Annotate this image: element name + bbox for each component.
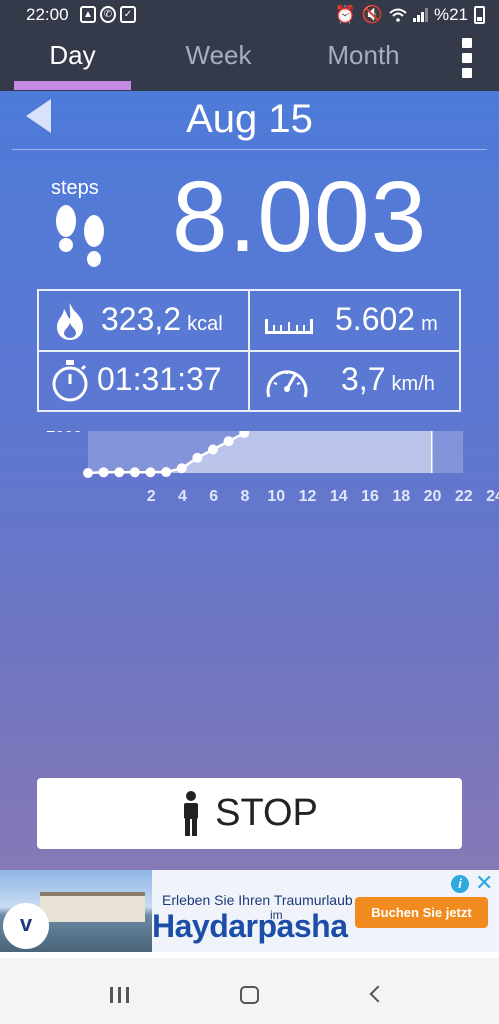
distance-unit: m [421,313,438,335]
chart-x-tick-label: 8 [241,488,250,505]
wifi-icon [389,8,407,22]
battery-percent: %21 [433,5,468,24]
hourly-steps-chart: 2000400060008000100001200024681012141618… [46,431,499,505]
chart-data-point [83,468,93,478]
recent-apps-icon[interactable] [110,987,129,1003]
ad-info-icon[interactable]: i [451,875,469,893]
chart-x-tick-label: 12 [299,488,317,505]
duration-stat: 01:31:37 [97,361,222,398]
ad-headline: Erleben Sie Ihren Traumurlaub [162,892,353,908]
calories-stat: 323,2 kcal [101,301,223,338]
chart-x-tick-label: 4 [178,488,187,505]
ad-close-icon[interactable]: ✕ [475,872,493,894]
chart-x-tick-label: 18 [392,488,410,505]
stats-grid: 323,2 kcal 5.602 m 01:31:37 3,7 km/h [37,289,461,412]
status-time: 22:00 [26,5,69,24]
date-title: Aug 15 [186,97,313,141]
stopwatch-icon [52,360,88,402]
chart-y-tick-label: 2000 [46,431,82,436]
chart-data-point [223,436,234,447]
chart-x-tick-label: 16 [361,488,379,505]
main-panel: Aug 15 steps 8.003 323,2 kcal 5.602 m 01… [0,91,499,874]
chart-data-point [129,467,140,478]
whatsapp-icon: ✆ [100,6,116,23]
system-nav-bar [0,958,499,1024]
chart-data-point [192,452,203,463]
tab-month[interactable]: Month [305,40,422,71]
chart-x-tick-label: 14 [330,488,348,505]
chart-data-point [114,467,125,478]
chart-x-tick-label: 10 [267,488,285,505]
ad-brand: Haydarpasha [152,908,348,944]
distance-stat: 5.602 m [335,301,438,338]
mute-icon: 🔇 [361,5,383,24]
distance-value: 5.602 [335,301,416,337]
speed-stat: 3,7 km/h [341,361,435,398]
system-icons: ⏰ 🔇 %21 [335,5,485,25]
ad-banner[interactable]: v Erleben Sie Ihren Traumurlaub im Hayda… [0,870,499,952]
tab-day[interactable]: Day [14,40,131,71]
chart-data-point [176,463,187,474]
calories-unit: kcal [187,313,223,335]
ad-headline-text: Erleben Sie Ihren Traumurlaub [162,892,353,908]
chart-data-point [208,444,218,455]
chart-x-tick-label: 22 [455,488,473,505]
calories-value: 323,2 [101,301,182,337]
chart-data-point [145,467,156,478]
active-tab-indicator [14,81,131,90]
stop-button-label: STOP [215,792,318,834]
flame-icon [57,303,83,340]
person-icon [184,790,199,836]
back-icon[interactable] [369,985,387,1003]
tab-week[interactable]: Week [160,40,277,71]
period-tab-bar: Day Week Month [0,30,499,91]
stop-button[interactable]: STOP [37,778,462,849]
previous-day-arrow-icon[interactable] [26,99,51,133]
home-icon[interactable] [240,986,259,1004]
chart-x-tick-label: 6 [209,488,218,505]
steps-label: steps [51,177,99,199]
chart-x-tick-label: 20 [424,488,442,505]
speed-unit: km/h [391,373,435,395]
notification-icons: ▲ ✆ ✓ [80,6,136,23]
chart-x-tick-label: 2 [147,488,156,505]
header-divider [12,149,487,150]
footprints-icon [56,205,104,267]
chart-data-point [98,467,109,478]
signal-icon [412,8,428,22]
alarm-icon: ⏰ [334,5,356,24]
overflow-menu-icon[interactable] [461,38,473,78]
steps-count: 8.003 [172,161,428,273]
ad-logo: v [3,903,49,949]
ruler-icon [265,319,313,334]
ad-book-button[interactable]: Buchen Sie jetzt [355,897,488,928]
image-notification-icon: ▲ [80,6,96,23]
speedometer-icon [266,370,308,398]
app-notification-icon: ✓ [120,6,136,23]
speed-value: 3,7 [341,361,386,397]
duration-value: 01:31:37 [97,361,222,397]
chart-data-point [161,467,172,478]
chart-x-tick-label: 24 [486,488,499,505]
battery-icon [474,6,485,24]
status-bar: 22:00 ▲ ✆ ✓ ⏰ 🔇 %21 [0,0,499,30]
